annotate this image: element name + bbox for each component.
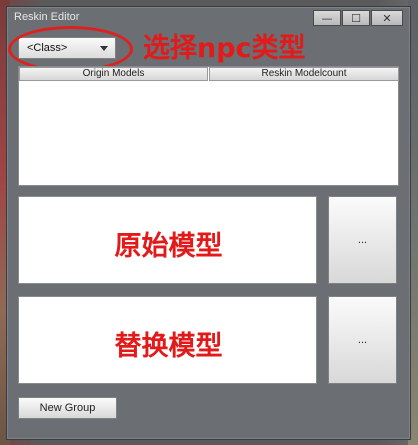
replace-model-panel[interactable]: 替换模型 bbox=[18, 296, 317, 384]
window-controls: — ☐ ✕ bbox=[313, 10, 404, 26]
maximize-button[interactable]: ☐ bbox=[342, 10, 370, 26]
origin-model-browse-button[interactable]: ... bbox=[328, 196, 397, 284]
column-header-origin-models[interactable]: Origin Models bbox=[19, 67, 208, 81]
annotation-origin-model: 原始模型 bbox=[114, 231, 223, 262]
models-list[interactable]: Origin Models Reskin Modelcount bbox=[18, 66, 399, 186]
origin-model-panel[interactable]: 原始模型 bbox=[18, 196, 317, 284]
reskin-editor-window: Reskin Editor — ☐ ✕ <Class> 选择npc类型 Orig… bbox=[6, 6, 411, 440]
close-button[interactable]: ✕ bbox=[371, 10, 403, 26]
close-icon: ✕ bbox=[382, 11, 392, 25]
annotation-replace-model: 替换模型 bbox=[114, 331, 223, 362]
minimize-button[interactable]: — bbox=[313, 10, 341, 26]
window-title: Reskin Editor bbox=[14, 11, 80, 23]
column-header-reskin-modelcount[interactable]: Reskin Modelcount bbox=[209, 67, 399, 81]
replace-model-browse-button[interactable]: ... bbox=[328, 296, 397, 384]
new-group-button[interactable]: New Group bbox=[18, 397, 117, 419]
maximize-icon: ☐ bbox=[351, 11, 361, 25]
minimize-icon: — bbox=[321, 11, 333, 25]
annotation-select-npc-type: 选择npc类型 bbox=[143, 33, 306, 64]
